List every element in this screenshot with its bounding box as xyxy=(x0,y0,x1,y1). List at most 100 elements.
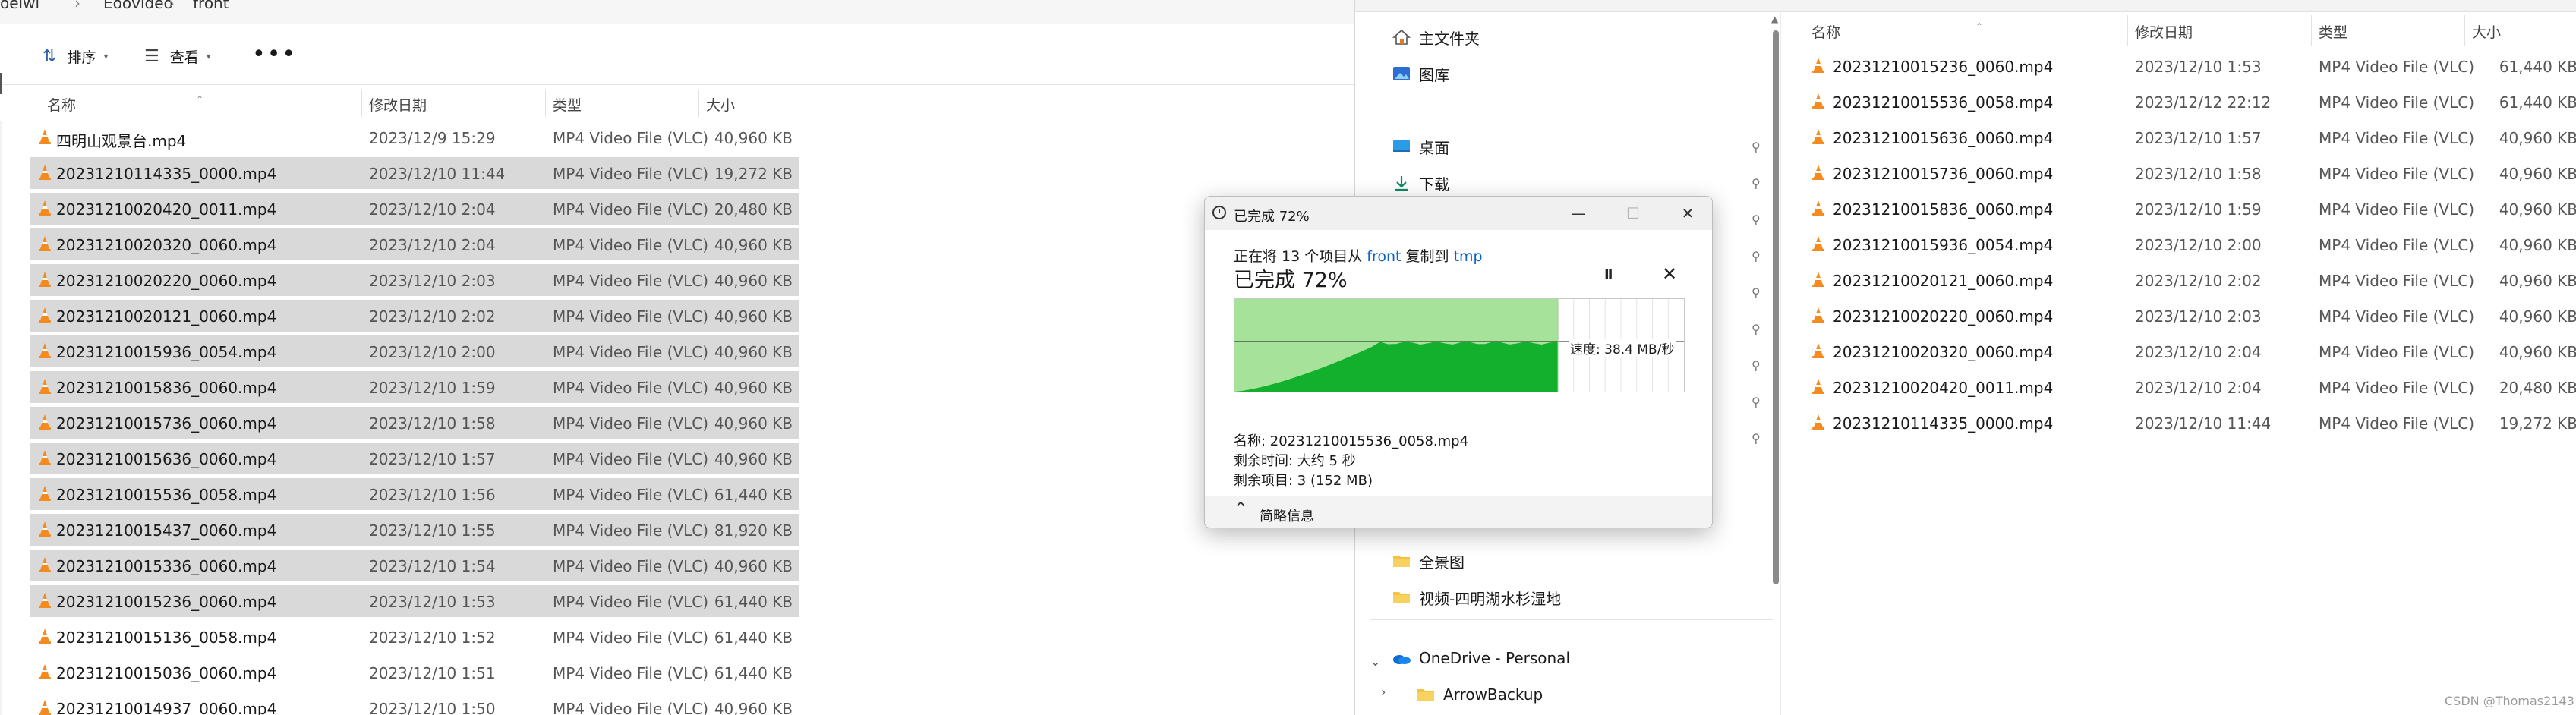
file-row[interactable]: 20231210015236_0060.mp4 2023/12/10 1:53 MP… xyxy=(1811,50,2576,82)
file-name: 20231210020220_0060.mp4 xyxy=(56,272,277,290)
vlc-cone-icon xyxy=(39,557,51,572)
file-row[interactable]: 20231210020220_0060.mp4 2023/12/10 2:03 MP… xyxy=(30,264,799,296)
nav-item-desktop[interactable]: 桌面 xyxy=(1392,134,1449,159)
vlc-cone-icon xyxy=(39,200,51,216)
pin-icon[interactable]: ⚲ xyxy=(1751,322,1761,336)
file-row[interactable]: 20231210020420_0011.mp4 2023/12/10 2:04 MP… xyxy=(30,193,799,225)
file-row[interactable]: 20231210015736_0060.mp4 2023/12/10 1:58 MP… xyxy=(30,407,799,439)
file-row[interactable]: 20231210015136_0058.mp4 2023/12/10 1:52 MP… xyxy=(30,621,799,653)
file-row[interactable]: 20231210020220_0060.mp4 2023/12/10 2:03 MP… xyxy=(1811,300,2576,332)
file-type: MP4 Video File (VLC) xyxy=(553,165,709,183)
file-row[interactable]: 20231210015336_0060.mp4 2023/12/10 1:54 MP… xyxy=(30,550,799,581)
vlc-cone-icon xyxy=(39,379,51,394)
nav-item-downloads[interactable]: 下载 xyxy=(1392,170,1449,196)
pin-icon[interactable]: ⚲ xyxy=(1751,213,1761,227)
file-size: 40,960 KB xyxy=(2499,236,2576,254)
file-row[interactable]: 20231210015536_0058.mp4 2023/12/12 22:12 M… xyxy=(1811,86,2576,118)
file-row[interactable]: 20231210015636_0060.mp4 2023/12/10 1:57 MP… xyxy=(1811,121,2576,153)
column-divider[interactable] xyxy=(361,90,362,117)
nav-item-gallery[interactable]: 图库 xyxy=(1392,61,1449,87)
pin-icon[interactable]: ⚲ xyxy=(1751,249,1761,263)
less-details-toggle[interactable]: ⌃ 简略信息 xyxy=(1205,496,1712,528)
nav-label: ArrowBackup xyxy=(1443,685,1543,704)
file-name: 20231210015536_0058.mp4 xyxy=(1833,93,2054,112)
column-divider[interactable] xyxy=(698,90,699,117)
minimize-button[interactable]: — xyxy=(1557,201,1600,225)
image-icon xyxy=(1393,67,1410,80)
file-name: 四明山观景台.mp4 xyxy=(56,132,187,150)
file-row[interactable]: 20231210015036_0060.mp4 2023/12/10 1:51 MP… xyxy=(30,657,799,688)
file-row[interactable]: 20231210114335_0000.mp4 2023/12/10 11:44 M… xyxy=(30,157,799,189)
desc-prefix: 正在将 13 个项目从 xyxy=(1234,248,1367,265)
nav-item-panorama[interactable]: 全景图 xyxy=(1392,548,1465,574)
column-header-date[interactable]: 修改日期 xyxy=(2135,21,2193,42)
file-row[interactable]: 20231210015736_0060.mp4 2023/12/10 1:58 MP… xyxy=(1811,157,2576,189)
nav-item-home[interactable]: 主文件夹 xyxy=(1392,24,1480,50)
maximize-button[interactable]: ☐ xyxy=(1612,201,1654,225)
file-name: 20231210015437_0060.mp4 xyxy=(56,521,277,540)
breadcrumb-item[interactable]: front xyxy=(193,0,229,12)
column-header-size[interactable]: 大小 xyxy=(2472,21,2501,42)
file-row[interactable]: 20231210015836_0060.mp4 2023/12/10 1:59 MP… xyxy=(1811,193,2576,225)
file-row[interactable]: 20231210015936_0054.mp4 2023/12/10 2:00 MP… xyxy=(30,335,799,367)
pin-icon[interactable]: ⚲ xyxy=(1751,140,1761,154)
file-row[interactable]: 20231210020320_0060.mp4 2023/12/10 2:04 MP… xyxy=(1811,335,2576,367)
file-row[interactable]: 20231210020121_0060.mp4 2023/12/10 2:02 MP… xyxy=(1811,264,2576,296)
pin-icon[interactable]: ⚲ xyxy=(1751,176,1761,191)
file-size: 40,960 KB xyxy=(2499,343,2576,361)
file-row[interactable]: 20231210015836_0060.mp4 2023/12/10 1:59 MP… xyxy=(30,371,799,403)
file-row[interactable]: 20231210015636_0060.mp4 2023/12/10 1:57 MP… xyxy=(30,443,799,474)
column-header-type[interactable]: 类型 xyxy=(2319,21,2347,42)
dest-folder-link[interactable]: tmp xyxy=(1454,248,1483,265)
file-row[interactable]: 20231210020320_0060.mp4 2023/12/10 2:04 MP… xyxy=(30,228,799,260)
scroll-up-arrow[interactable]: ▲ xyxy=(1771,14,1778,24)
file-size: 40,960 KB xyxy=(714,129,793,147)
pause-button[interactable]: II xyxy=(1604,266,1613,282)
file-row[interactable]: 20231210015437_0060.mp4 2023/12/10 1:55 MP… xyxy=(30,514,799,546)
chevron-right-icon[interactable]: › xyxy=(1381,685,1386,699)
nav-item-video-folder[interactable]: 视频-四明湖水杉湿地 xyxy=(1392,584,1561,610)
sort-button[interactable]: ⇅ 排序 ▾ xyxy=(43,43,108,70)
column-divider[interactable] xyxy=(2127,15,2128,46)
view-button[interactable]: ☰ 查看 ▾ xyxy=(144,43,211,70)
breadcrumb-separator: › xyxy=(74,0,80,12)
file-row[interactable]: 四明山观景台.mp4 2023/12/9 15:29 MP4 Video File … xyxy=(30,121,799,153)
more-options-button[interactable]: ••• xyxy=(252,43,297,66)
file-type: MP4 Video File (VLC) xyxy=(553,700,709,715)
column-header-size[interactable]: 大小 xyxy=(706,94,735,115)
breadcrumb-item[interactable]: Eoovideo xyxy=(103,0,173,12)
breadcrumb-item[interactable]: oeiwi xyxy=(0,0,39,12)
column-header-name[interactable]: 名称 xyxy=(47,94,76,115)
file-row[interactable]: 20231210015936_0054.mp4 2023/12/10 2:00 MP… xyxy=(1811,228,2576,260)
stop-button[interactable]: ✕ xyxy=(1662,263,1677,285)
pin-icon[interactable]: ⚲ xyxy=(1751,358,1761,373)
watermark: CSDN @Thomas2143 xyxy=(2445,694,2574,708)
column-divider[interactable] xyxy=(2464,15,2465,46)
file-row[interactable]: 20231210015536_0058.mp4 2023/12/10 1:56 MP… xyxy=(30,478,799,510)
nav-item-onedrive[interactable]: OneDrive - Personal xyxy=(1392,645,1570,671)
file-row[interactable]: 20231210020121_0060.mp4 2023/12/10 2:02 MP… xyxy=(30,300,799,332)
file-row[interactable]: 20231210015236_0060.mp4 2023/12/10 1:53 MP… xyxy=(30,585,799,617)
column-divider[interactable] xyxy=(545,90,546,117)
file-type: MP4 Video File (VLC) xyxy=(2319,165,2475,183)
column-header-date[interactable]: 修改日期 xyxy=(369,94,427,115)
nav-item-arrowbackup[interactable]: ArrowBackup xyxy=(1416,682,1543,707)
file-row[interactable]: 20231210014937_0060.mp4 2023/12/10 1:50 MP… xyxy=(30,692,799,715)
file-type: MP4 Video File (VLC) xyxy=(553,200,709,219)
column-header-name[interactable]: 名称 xyxy=(1811,21,1840,42)
dialog-title-bar[interactable]: 已完成 72% — ☐ ✕ xyxy=(1205,197,1712,230)
column-divider[interactable] xyxy=(2311,15,2312,46)
pin-icon[interactable]: ⚲ xyxy=(1751,431,1761,446)
file-row[interactable]: 20231210114335_0000.mp4 2023/12/10 11:44 M… xyxy=(1811,407,2576,439)
source-folder-link[interactable]: front xyxy=(1367,248,1401,265)
pin-icon[interactable]: ⚲ xyxy=(1751,395,1761,409)
left-file-list: 四明山观景台.mp4 2023/12/9 15:29 MP4 Video File … xyxy=(30,121,799,715)
file-row[interactable]: 20231210020420_0011.mp4 2023/12/10 2:04 MP… xyxy=(1811,371,2576,403)
nav-scrollbar-thumb[interactable] xyxy=(1773,30,1779,584)
column-header-type[interactable]: 类型 xyxy=(553,94,582,115)
close-button[interactable]: ✕ xyxy=(1666,201,1709,225)
vlc-cone-icon xyxy=(1812,129,1824,144)
chevron-down-icon[interactable]: ⌄ xyxy=(1370,654,1380,669)
file-date: 2023/12/10 11:44 xyxy=(369,165,506,183)
pin-icon[interactable]: ⚲ xyxy=(1751,285,1761,300)
